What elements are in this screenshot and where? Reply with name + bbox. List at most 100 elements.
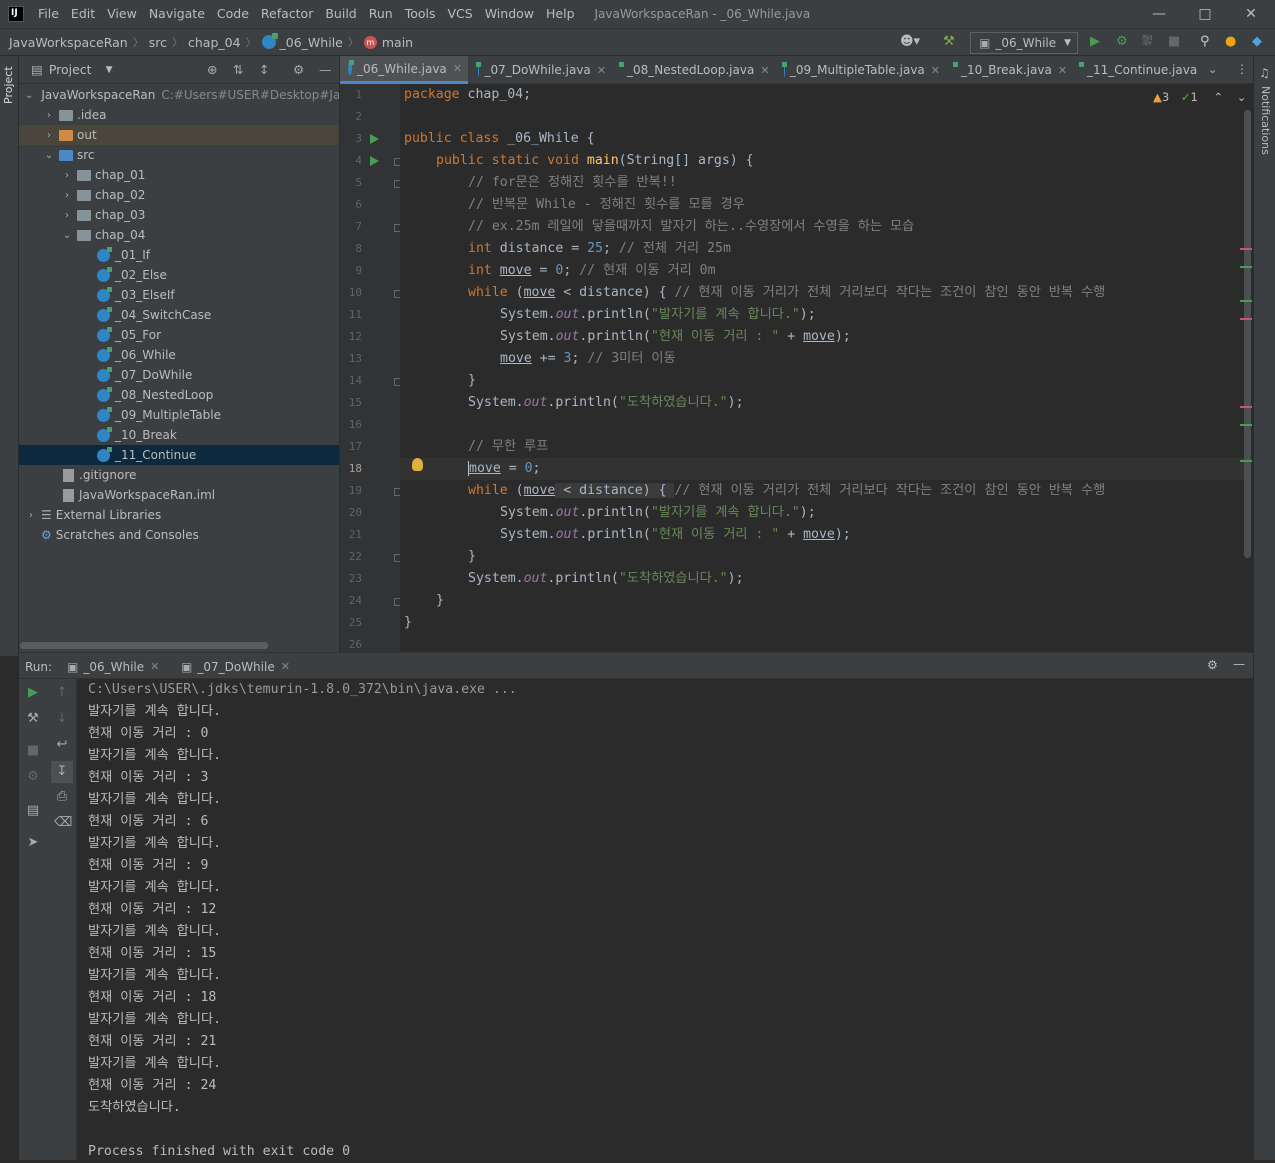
- toolbox-icon[interactable]: ◆: [1252, 34, 1262, 50]
- close-tab-icon[interactable]: ✕: [150, 660, 159, 673]
- console-output[interactable]: C:\Users\USER\.jdks\temurin-1.8.0_372\bi…: [77, 679, 1253, 1160]
- breadcrumb-class[interactable]: _06_While: [280, 35, 343, 50]
- chevron-right-icon[interactable]: ›: [61, 210, 73, 221]
- close-tab-icon[interactable]: ✕: [597, 64, 606, 77]
- error-stripe-mark[interactable]: [1240, 248, 1252, 250]
- breadcrumb-project[interactable]: JavaWorkspaceRan: [9, 35, 128, 50]
- trash-icon[interactable]: ⌫: [54, 815, 72, 831]
- tree-item-chap-03[interactable]: › chap_03: [19, 205, 339, 225]
- project-panel-title[interactable]: Project: [49, 62, 92, 77]
- code-editor[interactable]: package chap_04; public class _06_While …: [400, 84, 1246, 652]
- tree-item-09-multipletable[interactable]: _09_MultipleTable: [19, 405, 339, 425]
- scroll-to-end-icon[interactable]: ↧: [51, 761, 73, 783]
- update-icon[interactable]: ●: [1225, 34, 1236, 50]
- chevron-right-icon[interactable]: ›: [43, 110, 55, 121]
- chevron-down-icon[interactable]: ⌄: [61, 230, 73, 241]
- gear-icon[interactable]: ⚙: [293, 62, 304, 77]
- close-window-icon[interactable]: ✕: [1228, 0, 1274, 28]
- menu-window[interactable]: Window: [479, 0, 540, 28]
- tree-item-out[interactable]: › out: [19, 125, 339, 145]
- tree-item-10-break[interactable]: _10_Break: [19, 425, 339, 445]
- more-options-icon[interactable]: ⋮: [1236, 62, 1248, 76]
- run-configuration-select[interactable]: ▣ _06_While ▼: [970, 32, 1078, 54]
- error-stripe-mark[interactable]: [1240, 406, 1252, 408]
- arrow-up-icon[interactable]: ↑: [54, 685, 70, 701]
- inspection-widget[interactable]: ▲3 ✓1 ⌃ ⌄: [1153, 90, 1246, 104]
- menu-refactor[interactable]: Refactor: [255, 0, 319, 28]
- minimize-icon[interactable]: —: [1136, 0, 1182, 28]
- change-stripe-mark[interactable]: [1240, 300, 1252, 302]
- close-tab-icon[interactable]: ✕: [760, 64, 769, 77]
- tree-item-scratches[interactable]: ⚙ Scratches and Consoles: [19, 525, 339, 545]
- search-icon[interactable]: ⚲: [1200, 34, 1210, 50]
- stop-icon[interactable]: ■: [25, 743, 41, 759]
- breadcrumb-method[interactable]: main: [382, 35, 413, 50]
- chevron-down-icon[interactable]: ⌄: [1208, 63, 1217, 76]
- tree-item-chap-02[interactable]: › chap_02: [19, 185, 339, 205]
- change-stripe-mark[interactable]: [1240, 424, 1252, 426]
- run-icon[interactable]: ▶: [1090, 34, 1100, 50]
- menu-code[interactable]: Code: [211, 0, 255, 28]
- soft-wrap-icon[interactable]: ↩: [54, 737, 70, 753]
- chevron-right-icon[interactable]: ›: [61, 170, 73, 181]
- tree-root-project[interactable]: ⌄ JavaWorkspaceRan C:#Users#USER#Desktop#…: [19, 85, 339, 105]
- tab-11-continue[interactable]: _11_Continue.java: [1074, 56, 1202, 84]
- menu-help[interactable]: Help: [540, 0, 581, 28]
- tab-08-nestedloop[interactable]: _08_NestedLoop.java ✕: [614, 56, 774, 84]
- lightbulb-icon[interactable]: [412, 458, 423, 471]
- hide-panel-icon[interactable]: —: [1233, 657, 1245, 671]
- notification-bell-icon[interactable]: ♫: [1259, 66, 1270, 80]
- expand-all-icon[interactable]: ⇅: [233, 62, 243, 77]
- run-tab-07-dowhile[interactable]: ▣ _07_DoWhile ✕: [181, 653, 290, 680]
- close-tab-icon[interactable]: ✕: [931, 64, 940, 77]
- hide-panel-icon[interactable]: —: [319, 62, 332, 77]
- close-tab-icon[interactable]: ✕: [453, 62, 462, 75]
- tree-item-11-continue[interactable]: _11_Continue: [19, 445, 339, 465]
- project-tool-tab[interactable]: Project: [2, 64, 17, 104]
- chevron-down-icon[interactable]: ⌄: [25, 90, 33, 101]
- tree-item-iml[interactable]: JavaWorkspaceRan.iml: [19, 485, 339, 505]
- menu-view[interactable]: View: [101, 0, 143, 28]
- tree-item-06-while[interactable]: _06_While: [19, 345, 339, 365]
- menu-file[interactable]: File: [32, 0, 65, 28]
- menu-vcs[interactable]: VCS: [442, 0, 479, 28]
- project-horizontal-scrollbar[interactable]: [20, 642, 268, 649]
- tree-item-gitignore[interactable]: .gitignore: [19, 465, 339, 485]
- notifications-tool-tab[interactable]: Notifications: [1257, 86, 1272, 156]
- tree-item-07-dowhile[interactable]: _07_DoWhile: [19, 365, 339, 385]
- tab-10-break[interactable]: _10_Break.java ✕: [948, 56, 1072, 84]
- chevron-right-icon[interactable]: ›: [61, 190, 73, 201]
- collapse-all-icon[interactable]: ↕: [259, 62, 269, 77]
- run-tab-06-while[interactable]: ▣ _06_While ✕: [67, 653, 159, 680]
- print-icon[interactable]: ⎙: [54, 789, 70, 805]
- menu-edit[interactable]: Edit: [65, 0, 101, 28]
- rerun-icon[interactable]: ▶: [25, 685, 41, 701]
- maximize-icon[interactable]: □: [1182, 0, 1228, 28]
- menu-run[interactable]: Run: [363, 0, 399, 28]
- tab-06-while[interactable]: _06_While.java ✕: [340, 56, 468, 84]
- locate-icon[interactable]: ⊕: [207, 62, 217, 77]
- tree-item-05-for[interactable]: _05_For: [19, 325, 339, 345]
- debug-settings-icon[interactable]: ⚙: [25, 769, 41, 785]
- editor-vertical-scrollbar[interactable]: [1244, 110, 1251, 558]
- pin-icon[interactable]: ➤: [25, 835, 41, 851]
- chevron-right-icon[interactable]: ›: [25, 510, 37, 521]
- tree-item-01-if[interactable]: _01_If: [19, 245, 339, 265]
- arrow-down-icon[interactable]: ↓: [54, 711, 70, 727]
- menu-tools[interactable]: Tools: [399, 0, 442, 28]
- tree-item-idea[interactable]: › .idea: [19, 105, 339, 125]
- chevron-right-icon[interactable]: ›: [43, 130, 55, 141]
- layout-icon[interactable]: ▤: [25, 803, 41, 819]
- change-stripe-mark[interactable]: [1240, 460, 1252, 462]
- tree-item-02-else[interactable]: _02_Else: [19, 265, 339, 285]
- user-icon[interactable]: ☻▾: [900, 34, 920, 50]
- menu-build[interactable]: Build: [319, 0, 362, 28]
- tree-item-external-libraries[interactable]: › ☰ External Libraries: [19, 505, 339, 525]
- stop-icon[interactable]: ■: [1168, 34, 1180, 50]
- menu-navigate[interactable]: Navigate: [143, 0, 211, 28]
- wrench-icon[interactable]: ⚒: [25, 711, 41, 727]
- coverage-icon[interactable]: ⛆: [1142, 34, 1152, 50]
- breadcrumb-package[interactable]: chap_04: [188, 35, 241, 50]
- tree-item-src[interactable]: ⌄ src: [19, 145, 339, 165]
- error-stripe-mark[interactable]: [1240, 318, 1252, 320]
